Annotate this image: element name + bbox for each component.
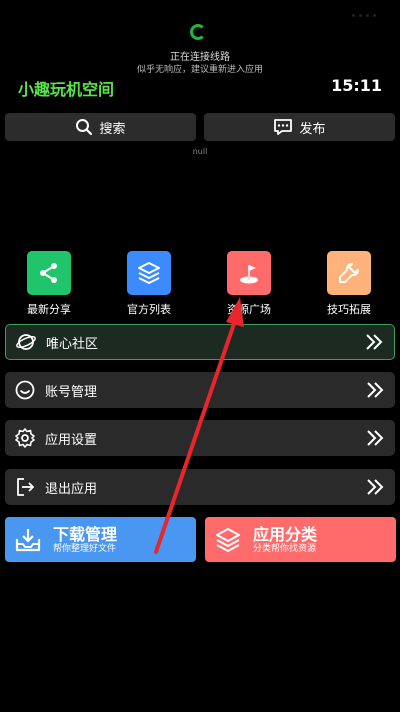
tile-label: 官方列表: [127, 303, 171, 316]
status-bar-indicators: [348, 2, 388, 17]
download-tray-icon: [15, 528, 41, 551]
search-button-label: 搜索: [99, 121, 126, 137]
menu-row-label: 唯心社区: [46, 336, 99, 352]
stack-icon: [216, 527, 240, 552]
app-category-subtitle: 分类帮你找资源: [253, 543, 317, 554]
tile-label: 最新分享: [27, 303, 71, 316]
download-manager-subtitle: 帮你整理好文件: [53, 543, 117, 554]
app-title: 小趣玩机空间: [18, 80, 115, 99]
connection-status-title: 正在连接线路: [170, 52, 230, 63]
tile-tips-expand[interactable]: 技巧拓展: [316, 251, 382, 317]
clock: 15:11: [331, 76, 382, 95]
tile-official-list[interactable]: 官方列表: [116, 251, 182, 317]
menu-row-account[interactable]: 账号管理: [5, 372, 395, 408]
menu-row-label: 退出应用: [45, 481, 98, 497]
search-button[interactable]: 搜索: [5, 113, 196, 141]
download-manager-button[interactable]: 下载管理 帮你整理好文件: [5, 517, 196, 562]
publish-button[interactable]: 发布: [204, 113, 395, 141]
publish-button-label: 发布: [299, 121, 326, 137]
exit-icon: [13, 475, 37, 499]
wrench-icon: [327, 251, 371, 295]
app-category-title: 应用分类: [253, 524, 318, 544]
menu-row-exit[interactable]: 退出应用: [5, 469, 395, 505]
smiley-icon: [13, 378, 37, 402]
gear-icon: [13, 426, 37, 450]
planet-icon: [14, 330, 38, 354]
double-chevron-right-icon: [367, 382, 384, 398]
menu-row-community[interactable]: 唯心社区: [5, 324, 395, 360]
loading-spinner-icon: [190, 24, 206, 40]
menu-row-label: 账号管理: [45, 384, 98, 400]
double-chevron-right-icon: [367, 430, 384, 446]
chat-bubble-icon: [274, 119, 293, 135]
tile-label: 技巧拓展: [327, 303, 371, 316]
tile-latest-share[interactable]: 最新分享: [16, 251, 82, 317]
menu-row-label: 应用设置: [45, 432, 98, 448]
share-icon: [27, 251, 71, 295]
menu-row-settings[interactable]: 应用设置: [5, 420, 395, 456]
tile-resource-square[interactable]: 资源广场: [216, 251, 282, 317]
null-text: null: [192, 147, 208, 156]
connection-status-subtitle: 似乎无响应，建议重新进入应用: [136, 65, 263, 75]
flag-icon: [227, 251, 271, 295]
search-icon: [76, 119, 93, 136]
tile-label: 资源广场: [227, 303, 271, 316]
download-manager-title: 下载管理: [53, 524, 118, 544]
app-category-button[interactable]: 应用分类 分类帮你找资源: [205, 517, 396, 562]
double-chevron-right-icon: [366, 334, 383, 350]
double-chevron-right-icon: [367, 479, 384, 495]
layers-icon: [127, 251, 171, 295]
